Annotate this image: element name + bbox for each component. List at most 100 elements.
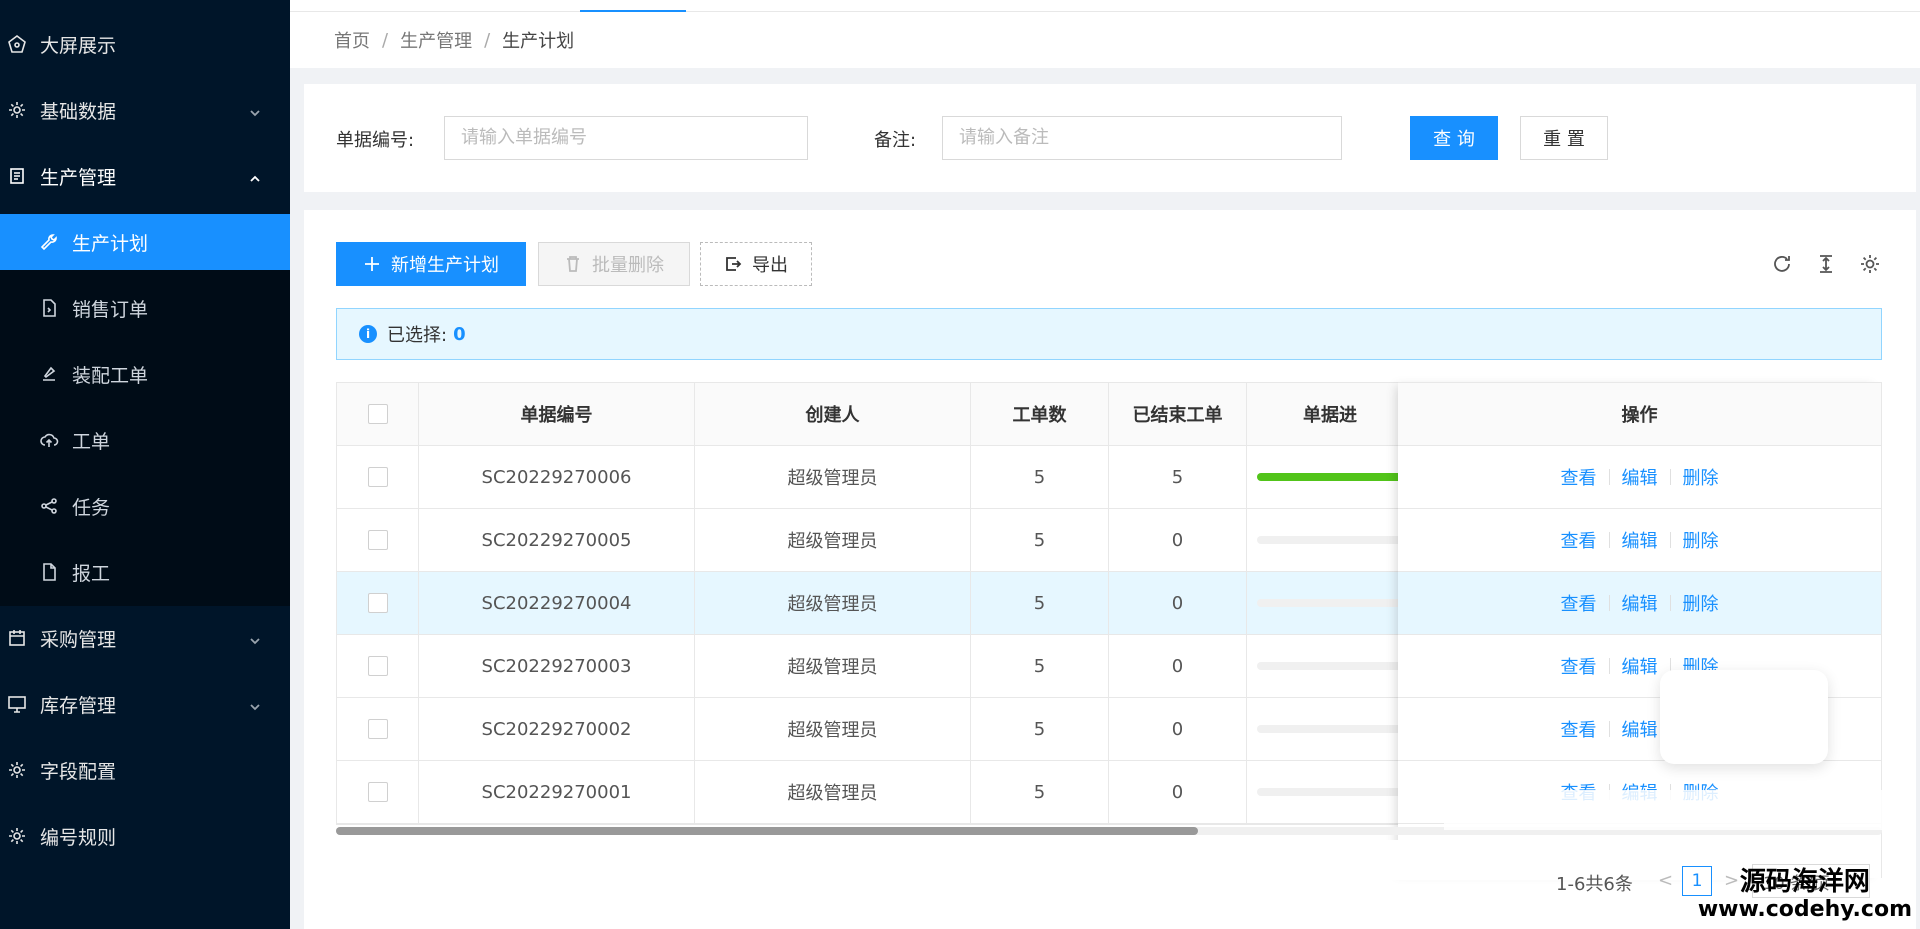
progress-bar	[1257, 473, 1403, 481]
sidebar-item-field-config[interactable]: 字段配置	[0, 742, 290, 798]
delete-link[interactable]: 删除	[1671, 527, 1731, 553]
view-link[interactable]: 查看	[1549, 653, 1609, 679]
row-checkbox[interactable]	[367, 467, 388, 487]
sidebar-item-production[interactable]: 生产管理	[0, 148, 290, 204]
view-link[interactable]: 查看	[1549, 464, 1609, 490]
sidebar-item-number-rules[interactable]: 编号规则	[0, 808, 290, 864]
cell-orders: 5	[971, 635, 1109, 697]
remark-label: 备注:	[874, 130, 917, 151]
sidebar-item-task[interactable]: 任务	[0, 478, 290, 534]
cell-finished: 0	[1109, 572, 1247, 634]
sidebar-item-label: 工单	[72, 430, 111, 453]
file-icon	[38, 297, 60, 319]
refresh-icon[interactable]	[1770, 252, 1794, 276]
gear-icon	[6, 825, 28, 847]
chevron-left-icon: <	[1658, 870, 1674, 891]
batch-delete-button[interactable]: 批量删除	[538, 242, 690, 286]
sidebar-item-label: 大屏展示	[40, 34, 117, 57]
sidebar-item-production-plan[interactable]: 生产计划	[0, 214, 290, 270]
cell-progress	[1247, 761, 1403, 823]
progress-bar	[1257, 599, 1403, 607]
share-icon	[38, 495, 60, 517]
edit-link[interactable]: 编辑	[1610, 527, 1670, 553]
sidebar-item-label: 库存管理	[40, 694, 117, 717]
progress-bar	[1257, 725, 1403, 733]
cell-creator: 超级管理员	[695, 509, 971, 571]
watermark-line2: www.codehy.com	[1697, 897, 1912, 922]
query-button[interactable]: 查 询	[1410, 116, 1498, 160]
sidebar-item-label: 基础数据	[40, 100, 117, 123]
document-icon	[6, 165, 28, 187]
sidebar-item-work-order[interactable]: 工单	[0, 412, 290, 468]
sidebar-item-dashboard[interactable]: 大屏展示	[0, 16, 290, 72]
add-plan-button[interactable]: 新增生产计划	[336, 242, 526, 286]
sidebar-item-purchase[interactable]: 采购管理	[0, 610, 290, 666]
density-icon[interactable]	[1814, 252, 1838, 276]
breadcrumb: 首页 / 生产管理 / 生产计划	[290, 12, 1920, 68]
header-orders[interactable]: 工单数	[971, 383, 1109, 445]
selection-alert: i 已选择: 0	[336, 308, 1882, 360]
cell-orders: 5	[971, 446, 1109, 508]
row-checkbox[interactable]	[367, 782, 388, 802]
row-checkbox[interactable]	[367, 593, 388, 613]
header-progress[interactable]: 单据进	[1247, 383, 1403, 445]
cell-orders: 5	[971, 509, 1109, 571]
breadcrumb-home[interactable]: 首页	[334, 27, 370, 53]
sidebar-item-assembly-order[interactable]: 装配工单	[0, 346, 290, 402]
progress-bar	[1257, 662, 1403, 670]
breadcrumb-section[interactable]: 生产管理	[400, 27, 472, 53]
export-button[interactable]: 导出	[700, 242, 812, 286]
sidebar-item-label: 任务	[72, 496, 111, 519]
cell-progress	[1247, 572, 1403, 634]
view-link[interactable]: 查看	[1549, 527, 1609, 553]
reset-button[interactable]: 重 置	[1520, 116, 1608, 160]
edit-link[interactable]: 编辑	[1610, 653, 1670, 679]
sidebar-item-label: 生产管理	[40, 166, 117, 189]
gear-icon	[6, 759, 28, 781]
header-actions: 操作	[1398, 383, 1881, 446]
cell-finished: 0	[1109, 509, 1247, 571]
add-plan-label: 新增生产计划	[391, 255, 499, 276]
edit-link[interactable]: 编辑	[1610, 464, 1670, 490]
select-all-checkbox[interactable]	[367, 404, 388, 424]
sidebar-item-basic-data[interactable]: 基础数据	[0, 82, 290, 138]
delete-link[interactable]: 删除	[1671, 590, 1731, 616]
edit-link[interactable]: 编辑	[1610, 590, 1670, 616]
scrollbar-thumb[interactable]	[336, 827, 1198, 835]
cell-progress	[1247, 509, 1403, 571]
breadcrumb-current: 生产计划	[502, 31, 575, 52]
sidebar-item-inventory[interactable]: 库存管理	[0, 676, 290, 732]
pagination-prev[interactable]: <	[1658, 870, 1673, 891]
header-code[interactable]: 单据编号	[419, 383, 695, 445]
sidebar-item-report[interactable]: 报工	[0, 544, 290, 600]
table-card: 新增生产计划 批量删除 导出 i 已选择: 0 单据编号 创建人 工单数 已结束…	[304, 210, 1916, 929]
sidebar-item-sales-order[interactable]: 销售订单	[0, 280, 290, 336]
breadcrumb-separator: /	[484, 29, 491, 51]
monitor-icon	[6, 693, 28, 715]
header-creator[interactable]: 创建人	[695, 383, 971, 445]
remark-input[interactable]: 请输入备注	[942, 116, 1342, 160]
cell-finished: 0	[1109, 698, 1247, 760]
row-checkbox[interactable]	[367, 530, 388, 550]
cell-code: SC20229270001	[419, 761, 695, 823]
view-link[interactable]: 查看	[1549, 716, 1609, 742]
row-checkbox[interactable]	[367, 656, 388, 676]
selected-label: 已选择:	[387, 325, 448, 346]
gear-icon[interactable]	[1858, 252, 1882, 276]
cell-orders: 5	[971, 761, 1109, 823]
code-input[interactable]: 请输入单据编号	[444, 116, 808, 160]
view-link[interactable]: 查看	[1549, 590, 1609, 616]
cell-code: SC20229270003	[419, 635, 695, 697]
row-checkbox-cell	[337, 572, 419, 634]
sidebar-item-label: 编号规则	[40, 826, 117, 849]
dashboard-icon	[6, 33, 28, 55]
cell-creator: 超级管理员	[695, 446, 971, 508]
sidebar-item-label: 采购管理	[40, 628, 117, 651]
header-finished[interactable]: 已结束工单	[1109, 383, 1247, 445]
cell-creator: 超级管理员	[695, 698, 971, 760]
row-checkbox[interactable]	[367, 719, 388, 739]
delete-link[interactable]: 删除	[1671, 464, 1731, 490]
selected-count: 0	[453, 323, 466, 345]
cell-creator: 超级管理员	[695, 635, 971, 697]
watermark-line1: 源码海洋网	[1739, 867, 1870, 897]
